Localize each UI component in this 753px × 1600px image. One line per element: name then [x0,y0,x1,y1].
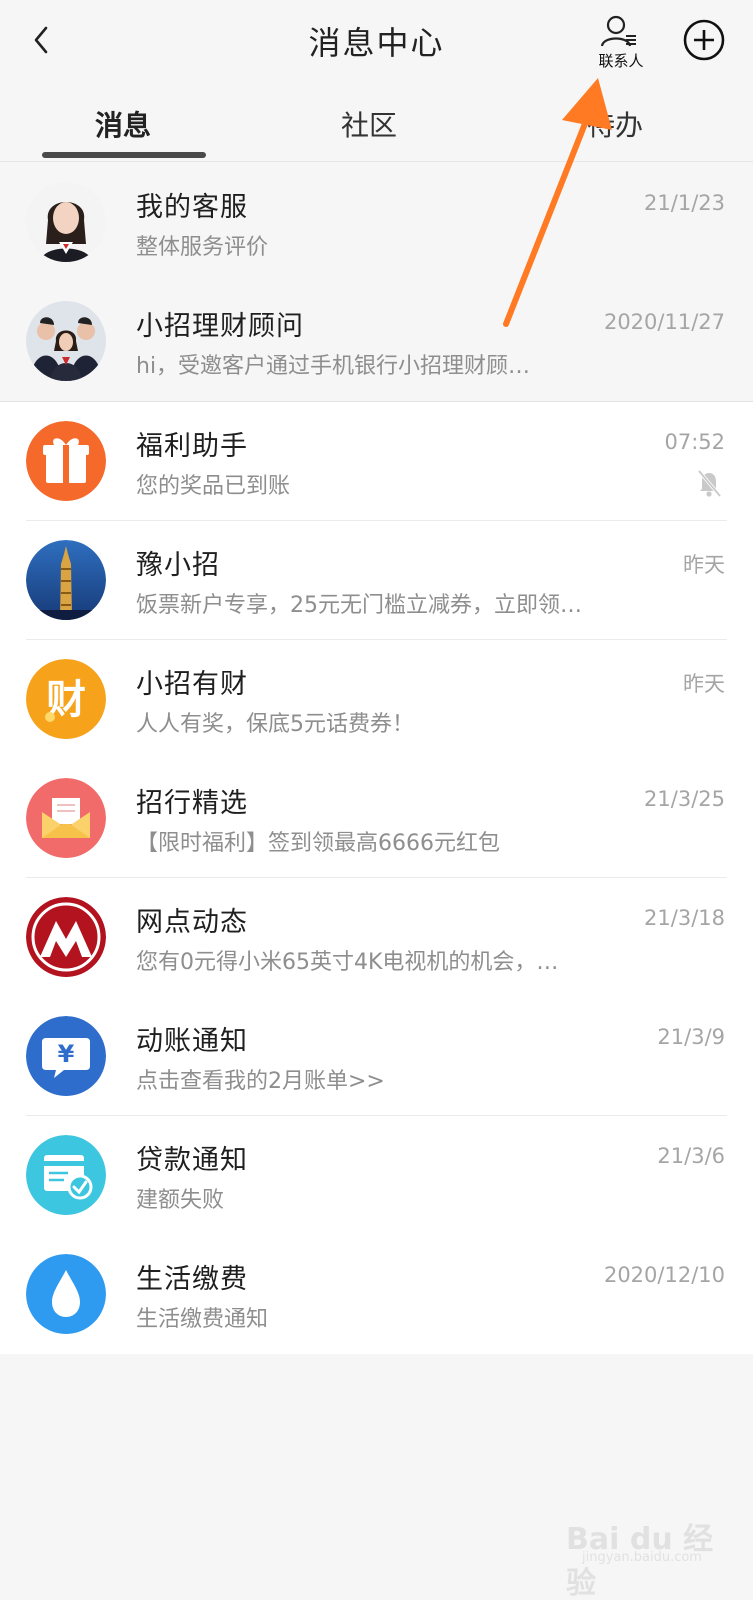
message-time: 2020/11/27 [603,310,725,334]
contacts-label: 联系人 [598,52,644,70]
message-time: 21/3/9 [657,1025,725,1049]
message-row-account-notice[interactable]: ¥ 动账通知 点击查看我的2月账单>> 21/3/9 [0,997,753,1116]
message-preview: 整体服务评价 [136,235,269,260]
cai-icon: 财 [26,659,106,739]
message-row-yu-xiaozhao[interactable]: 豫小招 饭票新户专享，25元无门槛立减券，立即领… 昨天 [0,521,753,640]
water-drop-icon [26,1254,106,1334]
loan-card-icon [26,1135,106,1215]
message-row-advisor[interactable]: 小招理财顾问 hi，受邀客户通过手机银行小招理财顾… 2020/11/27 [0,282,753,401]
tab-bar: 消息 社区 待办 [0,90,753,162]
tower-photo-avatar [26,540,106,620]
customer-service-avatar [26,182,106,262]
advisor-team-avatar [26,301,106,381]
message-preview: 建额失败 [136,1188,225,1213]
mute-bell-icon [697,469,722,498]
cmb-logo-icon [26,897,106,977]
message-row-branch-news[interactable]: 网点动态 您有0元得小米65英寸4K电视机的机会，… 21/3/18 [0,878,753,997]
gift-icon [26,421,106,501]
message-time: 07:52 [664,430,725,454]
svg-text:¥: ¥ [58,1040,75,1068]
message-row-customer-service[interactable]: 我的客服 整体服务评价 21/1/23 [0,163,753,282]
message-title: 我的客服 [136,192,248,223]
message-time: 21/3/18 [644,906,725,930]
message-title: 招行精选 [136,788,248,819]
message-title: 生活缴费 [136,1264,248,1295]
top-bar: 消息中心 联系人 [0,0,753,84]
message-title: 豫小招 [136,550,220,581]
message-row-xiaozhao-youcai[interactable]: 财 小招有财 人人有奖，保底5元话费券！ 昨天 [0,640,753,759]
message-time: 21/3/25 [644,787,725,811]
message-preview: 饭票新户专享，25元无门槛立减券，立即领… [136,593,582,618]
tab-todo[interactable]: 待办 [530,104,700,144]
message-row-loan-notice[interactable]: 贷款通知 建额失败 21/3/6 [0,1116,753,1235]
message-title: 小招有财 [136,669,248,700]
active-tab-indicator [42,152,206,158]
message-title: 动账通知 [136,1026,248,1057]
tab-messages[interactable]: 消息 [38,104,208,144]
message-preview: 您的奖品已到账 [136,474,291,499]
tab-community[interactable]: 社区 [284,104,454,144]
baidu-watermark: Bai du 经验 jingyan.baidu.com [566,1498,736,1600]
message-time: 昨天 [683,672,725,696]
message-time: 21/3/6 [657,1144,725,1168]
message-row-utility-payment[interactable]: 生活缴费 生活缴费通知 2020/12/10 [0,1235,753,1354]
message-preview: 生活缴费通知 [136,1307,269,1332]
plus-circle-icon [683,19,725,61]
contacts-button[interactable]: 联系人 [586,14,656,76]
message-preview: 人人有奖，保底5元话费券！ [136,712,414,737]
message-time: 21/1/23 [644,191,725,215]
watermark-subtext: jingyan.baidu.com [582,1550,702,1565]
add-button[interactable] [682,18,726,62]
message-preview: 【限时福利】签到领最高6666元红包 [136,831,500,856]
message-title: 福利助手 [136,431,248,462]
message-title: 网点动态 [136,907,248,938]
message-row-selection[interactable]: 招行精选 【限时福利】签到领最高6666元红包 21/3/25 [0,759,753,878]
contacts-icon [600,15,636,47]
message-preview: 您有0元得小米65英寸4K电视机的机会，… [136,950,559,975]
message-list: 我的客服 整体服务评价 21/1/23 小招理财顾问 hi，受邀客户通过手机银行… [0,163,753,1354]
message-time: 2020/12/10 [603,1263,725,1287]
message-title: 贷款通知 [136,1145,248,1176]
yuan-bubble-icon: ¥ [26,1016,106,1096]
message-preview: 点击查看我的2月账单>> [136,1069,385,1094]
message-preview: hi，受邀客户通过手机银行小招理财顾… [136,354,531,379]
envelope-icon [26,778,106,858]
message-title: 小招理财顾问 [136,311,304,342]
message-row-welfare[interactable]: 福利助手 您的奖品已到账 07:52 [0,402,753,521]
message-time: 昨天 [683,553,725,577]
